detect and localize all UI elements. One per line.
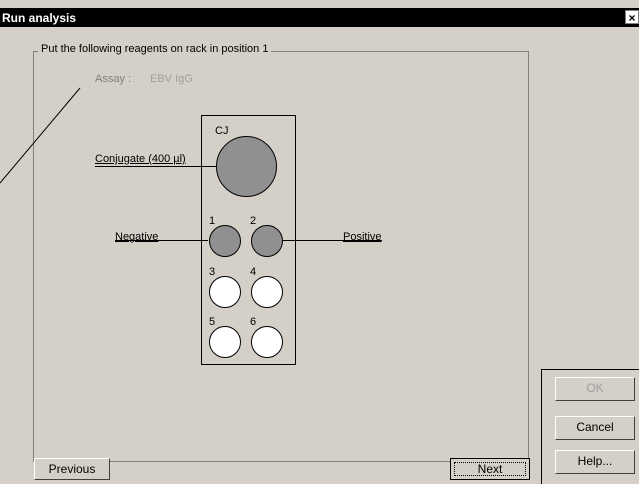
ok-button-label: OK: [586, 381, 604, 395]
well-1-negative: [209, 225, 241, 257]
well-3: [209, 276, 241, 308]
well-4: [251, 276, 283, 308]
position-label-4: 4: [250, 266, 257, 278]
well-2-positive: [251, 225, 283, 257]
well-conjugate: [216, 136, 277, 197]
run-analysis-dialog: Run analysis × Put the following reagent…: [0, 0, 639, 484]
negative-leader-line: [115, 240, 208, 241]
help-button[interactable]: Help...: [555, 450, 635, 474]
negative-label: Negative: [115, 231, 159, 243]
well-5: [209, 326, 241, 358]
conjugate-leader-line: [95, 166, 216, 167]
next-button[interactable]: Next: [450, 458, 530, 480]
positive-label: Positive: [343, 231, 382, 243]
well-6: [251, 326, 283, 358]
help-button-label: Help...: [577, 454, 613, 468]
position-label-6: 6: [250, 316, 257, 328]
position-label-3: 3: [209, 266, 216, 278]
cancel-button-label: Cancel: [576, 420, 614, 434]
conjugate-label: Conjugate (400 µl): [95, 153, 186, 165]
position-label-5: 5: [209, 316, 216, 328]
previous-button-label: Previous: [48, 462, 96, 476]
position-label-1: 1: [209, 215, 216, 227]
positive-leader-line: [282, 240, 382, 241]
position-label-cj: CJ: [215, 125, 229, 137]
next-button-label: Next: [454, 462, 526, 476]
position-label-2: 2: [250, 215, 257, 227]
previous-button[interactable]: Previous: [34, 458, 110, 480]
ok-button[interactable]: OK: [555, 377, 635, 401]
cancel-button[interactable]: Cancel: [555, 416, 635, 440]
